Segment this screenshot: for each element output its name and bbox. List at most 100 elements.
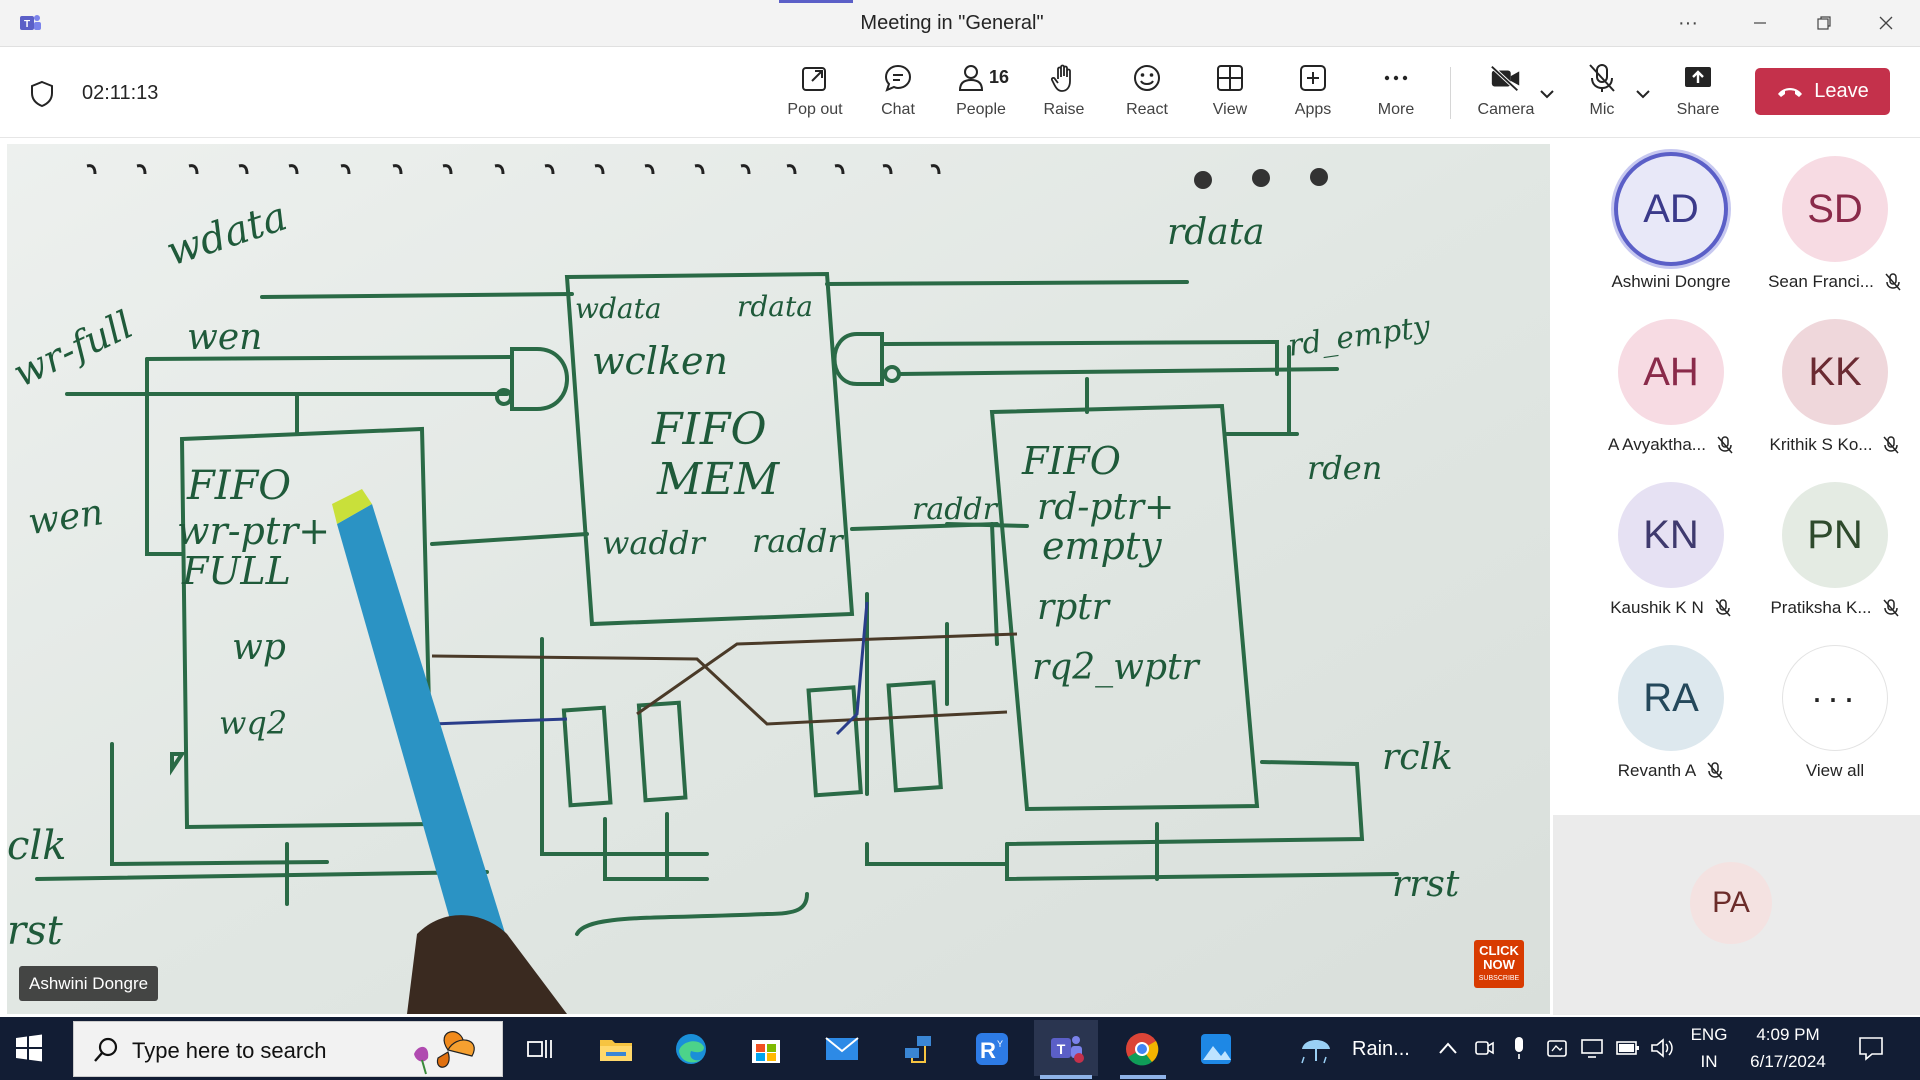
label-rdata-out: rdata xyxy=(1167,212,1265,253)
chat-icon xyxy=(884,64,912,92)
windows-start-icon[interactable] xyxy=(14,1033,44,1063)
restore-button[interactable] xyxy=(1800,6,1848,40)
restore-icon xyxy=(1817,16,1831,30)
label-mem-wdata: wdata xyxy=(575,292,662,325)
apps-button[interactable]: Apps xyxy=(1273,61,1353,131)
chevron-up-icon[interactable] xyxy=(1438,1041,1458,1055)
teams-icon: T xyxy=(1051,1036,1084,1063)
react-button[interactable]: React xyxy=(1107,61,1187,131)
label-fifo-rd-3: empty xyxy=(1042,524,1162,568)
avatar: PN xyxy=(1782,482,1888,588)
close-window-button[interactable] xyxy=(1862,6,1910,40)
taskbar-search[interactable]: Type here to search xyxy=(73,1021,503,1077)
toolbar-divider xyxy=(1450,67,1451,119)
meeting-timer: 02:11:13 xyxy=(82,82,159,104)
minimize-button[interactable] xyxy=(1736,6,1784,40)
participant-name: Sean Franci... xyxy=(1768,272,1874,291)
chrome-active-indicator xyxy=(1120,1075,1166,1079)
leave-button[interactable]: Leave xyxy=(1755,68,1890,115)
participant-tile[interactable]: PN Pratiksha K... xyxy=(1755,482,1915,632)
more-button[interactable]: More xyxy=(1356,61,1436,131)
meet-now-icon[interactable] xyxy=(1474,1037,1494,1059)
view-label: View xyxy=(1212,101,1248,118)
pop-out-button[interactable]: Pop out xyxy=(775,61,855,131)
search-placeholder: Type here to search xyxy=(132,1038,327,1063)
photos-icon xyxy=(1201,1034,1231,1064)
task-view-icon xyxy=(527,1040,552,1058)
notification-icon[interactable] xyxy=(1858,1035,1884,1061)
react-icon xyxy=(1134,65,1160,91)
avatar: SD xyxy=(1782,156,1888,262)
raise-hand-button[interactable]: Raise xyxy=(1024,61,1104,131)
task-view-button[interactable] xyxy=(520,1029,560,1069)
view-all-label: View all xyxy=(1805,761,1865,780)
volume-icon[interactable] xyxy=(1650,1037,1674,1059)
participant-tile[interactable]: SD Sean Franci... xyxy=(1755,156,1915,306)
photos-button[interactable] xyxy=(1196,1029,1236,1069)
battery-icon[interactable] xyxy=(1616,1039,1640,1057)
label-wen-top: wen xyxy=(187,317,262,358)
subscribe-badge: CLICK NOW SUBSCRIBE xyxy=(1474,940,1524,988)
view-icon xyxy=(1217,65,1243,91)
clock-date: 6/17/2024 xyxy=(1750,1052,1826,1071)
label-mem-rdata: rdata xyxy=(737,290,813,323)
remote-app-button[interactable]: RY xyxy=(972,1029,1012,1069)
participant-tile[interactable]: AH A Avyaktha... xyxy=(1591,319,1751,469)
network-icon[interactable] xyxy=(1580,1037,1604,1059)
chrome-icon xyxy=(1126,1033,1159,1066)
badge-line-2: NOW xyxy=(1483,957,1515,972)
shield-icon[interactable] xyxy=(28,79,56,109)
mic-label: Mic xyxy=(1589,101,1615,118)
self-view-tile[interactable]: PA xyxy=(1553,815,1920,1015)
microphone-icon[interactable] xyxy=(1512,1036,1526,1060)
weather-widget[interactable]: Rain... xyxy=(1298,1031,1410,1067)
camera-off-icon xyxy=(1490,65,1520,92)
window-more-button[interactable]: ··· xyxy=(1664,6,1712,40)
shared-video[interactable]: wdata wr-full wen wen clk rst FIFO wr-pt… xyxy=(7,144,1550,1014)
mail-button[interactable] xyxy=(822,1029,862,1069)
participant-tile[interactable]: KN Kaushik K N xyxy=(1591,482,1751,632)
mic-muted-icon xyxy=(1717,436,1733,454)
label-rst: rst xyxy=(7,908,64,954)
share-label: Share xyxy=(1676,101,1720,118)
meeting-toolbar: 02:11:13 Pop out Chat 16 People Raise Re… xyxy=(0,47,1920,138)
svg-text:T: T xyxy=(1057,1041,1066,1057)
camera-options-chevron-icon[interactable] xyxy=(1538,85,1556,103)
participant-tile[interactable]: AD Ashwini Dongre xyxy=(1591,152,1751,302)
language-indicator[interactable]: ENG IN xyxy=(1690,1021,1728,1075)
badge-line-3: SUBSCRIBE xyxy=(1478,975,1520,982)
edge-icon xyxy=(676,1034,706,1064)
mic-options-chevron-icon[interactable] xyxy=(1634,85,1652,103)
participant-tile[interactable]: KK Krithik S Ko... xyxy=(1755,319,1915,469)
camera-button[interactable]: Camera xyxy=(1466,61,1546,131)
device-icon[interactable] xyxy=(1546,1037,1568,1059)
react-label: React xyxy=(1126,101,1168,118)
view-button[interactable]: View xyxy=(1190,61,1270,131)
avatar: AH xyxy=(1618,319,1724,425)
share-button[interactable]: Share xyxy=(1658,61,1738,131)
mic-muted-icon xyxy=(1885,273,1901,291)
mic-button[interactable]: Mic xyxy=(1562,61,1642,131)
network-app-button[interactable] xyxy=(898,1029,938,1069)
edge-button[interactable] xyxy=(671,1029,711,1069)
chat-button[interactable]: Chat xyxy=(858,61,938,131)
label-mem-waddr: waddr xyxy=(602,524,706,562)
label-mem-wclken: wclken xyxy=(592,339,728,383)
clock[interactable]: 4:09 PM 6/17/2024 xyxy=(1742,1021,1834,1075)
people-button[interactable]: 16 People xyxy=(941,61,1021,131)
weather-label: Rain... xyxy=(1352,1037,1410,1060)
label-clk: clk xyxy=(7,823,66,869)
chrome-button[interactable] xyxy=(1122,1029,1162,1069)
label-fifo-rd-2: rd-ptr+ xyxy=(1037,487,1174,528)
label-wptr: wp xyxy=(232,627,286,668)
participant-tile[interactable]: RA Revanth A xyxy=(1591,645,1751,795)
store-button[interactable] xyxy=(746,1029,786,1069)
title-accent-bar xyxy=(779,0,853,3)
video-stage: wdata wr-full wen wen clk rst FIFO wr-pt… xyxy=(0,138,1550,1017)
participant-name: Ashwini Dongre xyxy=(1611,272,1731,291)
file-explorer-button[interactable] xyxy=(596,1029,636,1069)
teams-taskbar-button[interactable]: T xyxy=(1034,1020,1098,1076)
windows-taskbar: Type here to search RY T Rain... ENG IN … xyxy=(0,1017,1920,1080)
label-rq2-wptr: rq2_wptr xyxy=(1032,647,1200,688)
view-all-button[interactable]: ··· View all xyxy=(1755,645,1915,795)
